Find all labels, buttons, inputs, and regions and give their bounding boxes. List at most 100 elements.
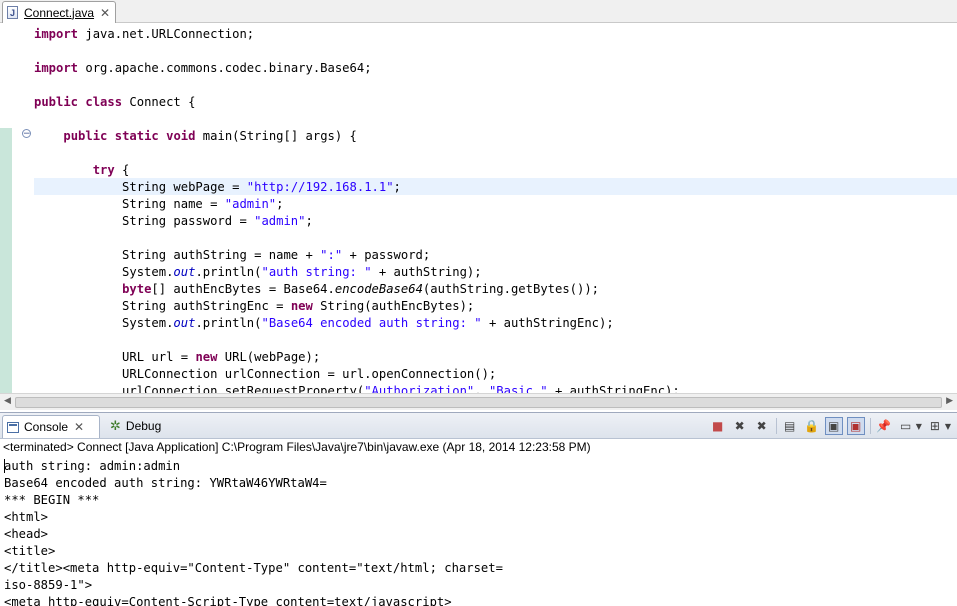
editor-tab-connect-java[interactable]: J Connect.java ✕ — [2, 1, 116, 23]
code-token: String password = — [34, 214, 255, 228]
code-token: "admin" — [224, 197, 277, 211]
remove-launch-icon[interactable]: ✖ — [731, 417, 749, 435]
code-token: String(authEncBytes); — [312, 299, 475, 313]
code-line: public class Connect { — [34, 94, 195, 111]
code-line: String password = "admin"; — [34, 213, 313, 230]
code-line: URL url = new URL(webPage); — [34, 349, 320, 366]
code-token: "Base64 encoded auth string: " — [261, 316, 482, 330]
scrollbar-thumb[interactable] — [15, 397, 942, 408]
code-line: public static void main(String[] args) { — [34, 128, 357, 145]
code-token: ; — [305, 214, 313, 228]
code-token: String webPage = — [34, 180, 247, 194]
code-token: java.net.URLConnection; — [78, 27, 255, 41]
chevron-down-icon[interactable]: ▼ — [945, 422, 951, 431]
code-token: (authString.getBytes()); — [422, 282, 600, 296]
code-token: public — [34, 95, 79, 109]
code-token: URL(webPage); — [217, 350, 321, 364]
code-token: System. — [34, 316, 174, 330]
console-output[interactable]: auth string: admin:admin Base64 encoded a… — [0, 457, 957, 606]
code-token: .println( — [195, 265, 262, 279]
console-output-line: <title> — [4, 544, 56, 558]
code-token: URL url = — [34, 350, 196, 364]
close-icon[interactable]: ✕ — [100, 6, 110, 20]
code-token: org.apache.commons.codec.binary.Base64; — [78, 61, 372, 75]
console-output-line: *** BEGIN *** — [4, 493, 100, 507]
code-line: String webPage = "http://192.168.1.1"; — [34, 179, 401, 196]
scroll-right-icon[interactable]: ▶ — [946, 396, 953, 406]
code-token: new — [290, 299, 313, 313]
console-icon — [7, 421, 19, 433]
tab-console[interactable]: Console ✕ — [2, 415, 100, 438]
console-output-line: <head> — [4, 527, 49, 541]
close-icon[interactable]: ✕ — [74, 420, 84, 434]
code-token: ; — [393, 180, 401, 194]
tab-debug[interactable]: ✲ Debug — [106, 415, 168, 437]
editor-tab-label: Connect.java — [24, 5, 95, 20]
code-token: urlConnection.setRequestProperty( — [34, 384, 365, 393]
scroll-left-icon[interactable]: ◀ — [4, 396, 11, 406]
code-token: new — [195, 350, 218, 364]
scroll-lock-icon[interactable]: 🔒 — [803, 417, 821, 435]
bug-icon: ✲ — [110, 418, 121, 434]
change-ruler — [0, 128, 12, 393]
code-line: System.out.println("Base64 encoded auth … — [34, 315, 614, 332]
console-process-status: <terminated> Connect [Java Application] … — [3, 440, 591, 454]
console-tab-bar: Console ✕ ✲ Debug ■ ✖ ✖ ▤ 🔒 ▣ ▣ 📌 ▭ ▼ ⊞ … — [0, 413, 957, 439]
code-token: class — [85, 95, 123, 109]
display-selected-console-icon[interactable]: ▭ — [897, 417, 915, 435]
console-output-line: Base64 encoded auth string: YWRtaW46YWRt… — [4, 476, 327, 490]
toolbar-separator — [869, 418, 871, 434]
code-token: System. — [34, 265, 174, 279]
open-console-icon[interactable]: ⊞ — [926, 417, 944, 435]
tab-debug-label: Debug — [125, 419, 162, 433]
code-line: System.out.println("auth string: " + aut… — [34, 264, 482, 281]
pin-console-icon[interactable]: 📌 — [875, 417, 893, 435]
code-token: Connect { — [122, 95, 196, 109]
code-token: ":" — [320, 248, 343, 262]
code-token: , — [474, 384, 489, 393]
remove-all-terminated-icon[interactable]: ✖ — [753, 417, 771, 435]
code-token: out — [173, 265, 196, 279]
code-token: import — [34, 61, 79, 75]
code-line: import org.apache.commons.codec.binary.B… — [34, 60, 372, 77]
code-token: { — [114, 163, 130, 177]
editor-horizontal-scrollbar[interactable]: ◀ ▶ — [0, 393, 957, 410]
show-on-stderr-icon[interactable]: ▣ — [846, 417, 865, 435]
text-caret — [4, 459, 5, 473]
code-token: "http://192.168.1.1" — [246, 180, 394, 194]
clear-console-icon[interactable]: ▤ — [781, 417, 799, 435]
code-line: import java.net.URLConnection; — [34, 26, 254, 43]
code-token: byte — [122, 282, 152, 296]
code-token: "Authorization" — [364, 384, 475, 393]
code-token: main(String[] args) { — [195, 129, 357, 143]
code-token: .println( — [195, 316, 262, 330]
code-token: try — [92, 163, 115, 177]
console-toolbar: ■ ✖ ✖ ▤ 🔒 ▣ ▣ 📌 ▭ ▼ ⊞ ▼ — [705, 416, 951, 436]
show-on-stdout-icon[interactable]: ▣ — [824, 417, 843, 435]
code-token: "Basic " — [488, 384, 548, 393]
code-token: String authString = name + — [34, 248, 321, 262]
terminate-icon[interactable]: ■ — [709, 417, 727, 435]
code-editor[interactable]: − import java.net.URLConnection; import o… — [0, 23, 957, 393]
code-token: static — [114, 129, 159, 143]
code-line: String name = "admin"; — [34, 196, 284, 213]
code-token: + authString); — [371, 265, 482, 279]
code-line: String authStringEnc = new String(authEn… — [34, 298, 474, 315]
chevron-down-icon[interactable]: ▼ — [916, 422, 922, 431]
console-output-line: <meta http-equiv=Content-Script-Type con… — [4, 595, 452, 606]
java-file-icon: J — [7, 6, 18, 19]
code-line: String authString = name + ":" + passwor… — [34, 247, 430, 264]
code-token: ; — [276, 197, 284, 211]
console-output-line: <html> — [4, 510, 49, 524]
code-line: try { — [34, 162, 130, 179]
code-token: String authStringEnc = — [34, 299, 291, 313]
code-token: [] authEncBytes = Base64. — [151, 282, 335, 296]
code-token: + password; — [342, 248, 431, 262]
fold-collapse-icon[interactable]: − — [22, 129, 31, 139]
code-token: URLConnection urlConnection = url.openCo… — [34, 367, 497, 381]
editor-tab-strip: J Connect.java ✕ — [0, 0, 957, 23]
